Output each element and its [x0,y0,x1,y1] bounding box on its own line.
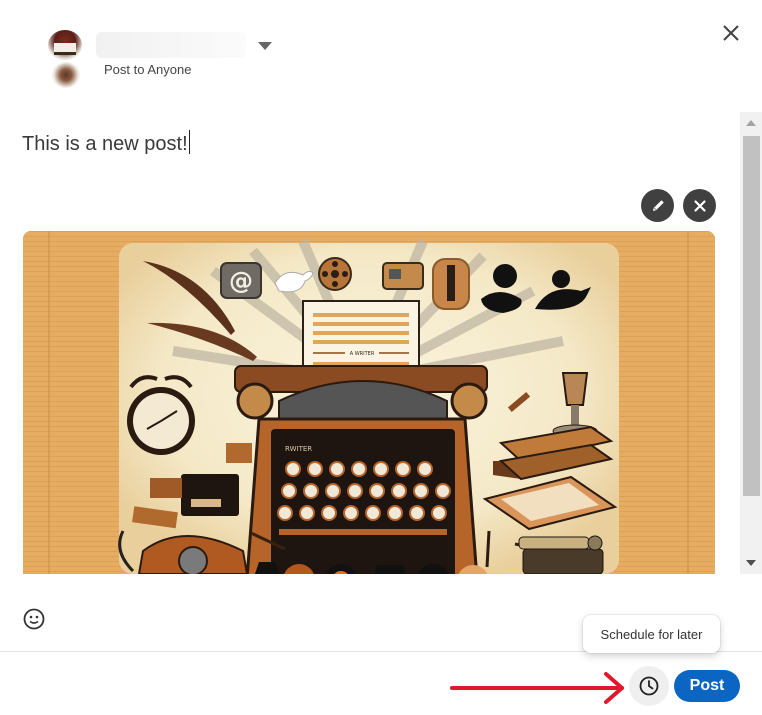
schedule-tooltip: Schedule for later [583,615,720,653]
close-button[interactable] [716,18,746,48]
scroll-up-arrow[interactable] [740,112,762,134]
close-icon [693,199,706,212]
brass-gadget [518,535,604,574]
pencil-icon [652,199,664,211]
smiley-icon [23,608,45,630]
annotation-arrow [450,672,624,704]
emoji-button[interactable] [22,607,46,631]
post-button[interactable]: Post [674,670,740,702]
caret-down-icon[interactable] [258,42,272,50]
author-name[interactable] [96,32,246,58]
editor-scroll-area: This is a new post! @ A WRITER RWITER [0,112,762,574]
scrollbar-thumb[interactable] [743,136,760,496]
editor-scrollbar[interactable] [740,112,762,574]
avatar-image-secondary [52,62,80,88]
typewriter-illustration: @ A WRITER RWITER [23,231,715,574]
close-icon [723,25,739,41]
remove-image-button[interactable] [683,189,716,222]
audience-label[interactable]: Post to Anyone [104,62,191,77]
post-text: This is a new post! [22,133,188,155]
attached-image[interactable]: @ A WRITER RWITER [23,231,715,574]
author-avatar[interactable] [34,30,92,88]
avatar-image [48,30,82,60]
schedule-for-later-button[interactable] [629,666,669,706]
paper-label: A WRITER [350,351,375,357]
music-box [181,474,239,516]
text-cursor [188,130,190,154]
edit-image-button[interactable] [641,189,674,222]
clock-icon [639,676,659,696]
scroll-down-arrow[interactable] [740,552,762,574]
svg-text:@: @ [229,267,253,295]
post-text-editor[interactable]: This is a new post! [22,130,190,156]
typewriter-label: RWITER [285,445,312,453]
